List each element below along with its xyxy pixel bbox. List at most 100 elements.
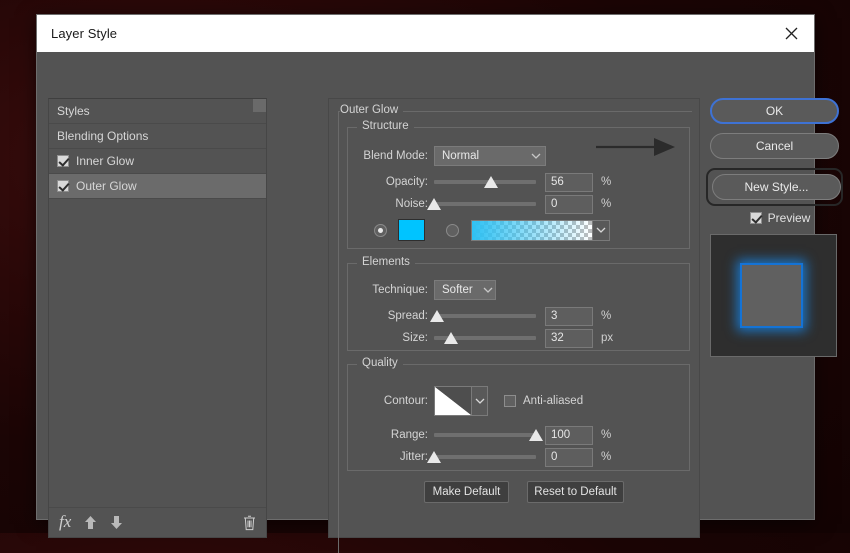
fx-icon[interactable]: fx (59, 513, 71, 530)
new-style-button[interactable]: New Style... (712, 174, 841, 200)
size-unit: px (601, 332, 613, 344)
sidebar-item-styles[interactable]: Styles (49, 99, 266, 124)
ok-button[interactable]: OK (710, 98, 839, 124)
checkbox-inner-glow[interactable] (57, 155, 69, 167)
layer-style-dialog: Layer Style Styles Blending Options Inne… (36, 14, 815, 520)
contour-row: Contour: Anti-aliased (356, 385, 583, 417)
jitter-label: Jitter: (356, 451, 428, 463)
slider-track (434, 314, 536, 318)
range-input[interactable]: 100 (545, 426, 593, 445)
gradient-dropdown-button[interactable] (593, 220, 610, 241)
preview-thumbnail (710, 234, 837, 357)
close-icon[interactable] (768, 15, 814, 52)
contour-label: Contour: (356, 395, 428, 407)
opacity-label: Opacity: (356, 176, 428, 188)
group-legend-elements: Elements (357, 256, 415, 268)
spread-value: 3 (551, 310, 557, 322)
jitter-slider[interactable] (434, 449, 536, 465)
opacity-slider[interactable] (434, 174, 536, 190)
cancel-label: Cancel (756, 139, 793, 153)
styles-list-panel: Styles Blending Options Inner Glow Outer… (48, 98, 267, 538)
elements-group: Elements Technique: Softer Spread: (347, 263, 690, 351)
actions-column: OK Cancel New Style... Preview (710, 98, 850, 357)
technique-select[interactable]: Softer (434, 280, 496, 300)
contour-preview[interactable] (434, 386, 472, 416)
gradient-preview[interactable] (471, 220, 593, 241)
opacity-unit: % (601, 176, 611, 188)
range-label: Range: (356, 429, 428, 441)
sidebar-item-label: Outer Glow (76, 180, 137, 192)
slider-knob[interactable] (427, 451, 441, 463)
size-input[interactable]: 32 (545, 329, 593, 348)
technique-row: Technique: Softer (356, 280, 496, 300)
fill-type-row (374, 218, 610, 242)
spread-slider[interactable] (434, 308, 536, 324)
noise-label: Noise: (356, 198, 428, 210)
checkbox-anti-aliased[interactable] (504, 395, 516, 407)
checkbox-preview[interactable] (750, 212, 762, 224)
opacity-input[interactable]: 56 (545, 173, 593, 192)
jitter-unit: % (601, 451, 611, 463)
spread-row: Spread: 3 % (356, 306, 611, 326)
sidebar-item-label: Inner Glow (76, 155, 134, 167)
jitter-value: 0 (551, 451, 557, 463)
default-buttons-row: Make Default Reset to Default (424, 481, 624, 503)
contour-dropdown-button[interactable] (472, 386, 488, 416)
radio-gradient[interactable] (446, 224, 459, 237)
slider-knob[interactable] (529, 429, 543, 441)
quality-group: Quality Contour: Anti-aliased Rang (347, 364, 690, 471)
spread-label: Spread: (356, 310, 428, 322)
technique-value: Softer (442, 284, 473, 296)
jitter-input[interactable]: 0 (545, 448, 593, 467)
noise-input[interactable]: 0 (545, 195, 593, 214)
slider-knob[interactable] (444, 332, 458, 344)
sidebar-item-label: Blending Options (57, 130, 148, 142)
sidebar-item-blending-options[interactable]: Blending Options (49, 124, 266, 149)
spread-input[interactable]: 3 (545, 307, 593, 326)
sidebar-item-outer-glow[interactable]: Outer Glow (49, 174, 266, 199)
trash-icon[interactable] (243, 515, 256, 531)
sidebar-item-inner-glow[interactable]: Inner Glow (49, 149, 266, 174)
slider-track (434, 433, 536, 437)
glow-color-swatch[interactable] (398, 219, 425, 241)
sidebar-item-label: Styles (57, 105, 90, 117)
range-slider[interactable] (434, 427, 536, 443)
range-row: Range: 100 % (356, 425, 611, 445)
slider-knob[interactable] (484, 176, 498, 188)
arrow-up-icon[interactable] (84, 515, 97, 530)
arrow-down-icon[interactable] (110, 515, 123, 530)
preview-toggle[interactable]: Preview (710, 211, 850, 225)
reset-to-default-button[interactable]: Reset to Default (527, 481, 624, 503)
blend-mode-row: Blend Mode: Normal (356, 146, 546, 166)
reset-to-default-label: Reset to Default (534, 486, 616, 498)
radio-color[interactable] (374, 224, 387, 237)
gradient-fill (472, 221, 592, 240)
blend-mode-select[interactable]: Normal (434, 146, 546, 166)
slider-track (434, 202, 536, 206)
size-slider[interactable] (434, 330, 536, 346)
new-style-label: New Style... (744, 180, 808, 194)
dialog-body: Styles Blending Options Inner Glow Outer… (37, 52, 814, 521)
contour-curve-graphic (435, 387, 471, 415)
chevron-down-icon (531, 153, 541, 159)
group-legend-quality: Quality (357, 357, 403, 369)
spread-unit: % (601, 310, 611, 322)
preview-label: Preview (768, 211, 811, 225)
opacity-value: 56 (551, 176, 564, 188)
ok-label: OK (766, 104, 783, 118)
blend-mode-label: Blend Mode: (356, 150, 428, 162)
noise-value: 0 (551, 198, 557, 210)
group-legend-outer-glow: Outer Glow (340, 104, 403, 116)
slider-knob[interactable] (427, 198, 441, 210)
dialog-title: Layer Style (51, 26, 117, 41)
range-unit: % (601, 429, 611, 441)
cancel-button[interactable]: Cancel (710, 133, 839, 159)
checkbox-outer-glow[interactable] (57, 180, 69, 192)
slider-knob[interactable] (430, 310, 444, 322)
chevron-down-icon (483, 287, 493, 293)
noise-slider[interactable] (434, 196, 536, 212)
make-default-button[interactable]: Make Default (424, 481, 509, 503)
outer-glow-group: Outer Glow Structure Blend Mode: Normal (338, 111, 692, 553)
size-value: 32 (551, 332, 564, 344)
preview-glow-square (740, 263, 803, 328)
